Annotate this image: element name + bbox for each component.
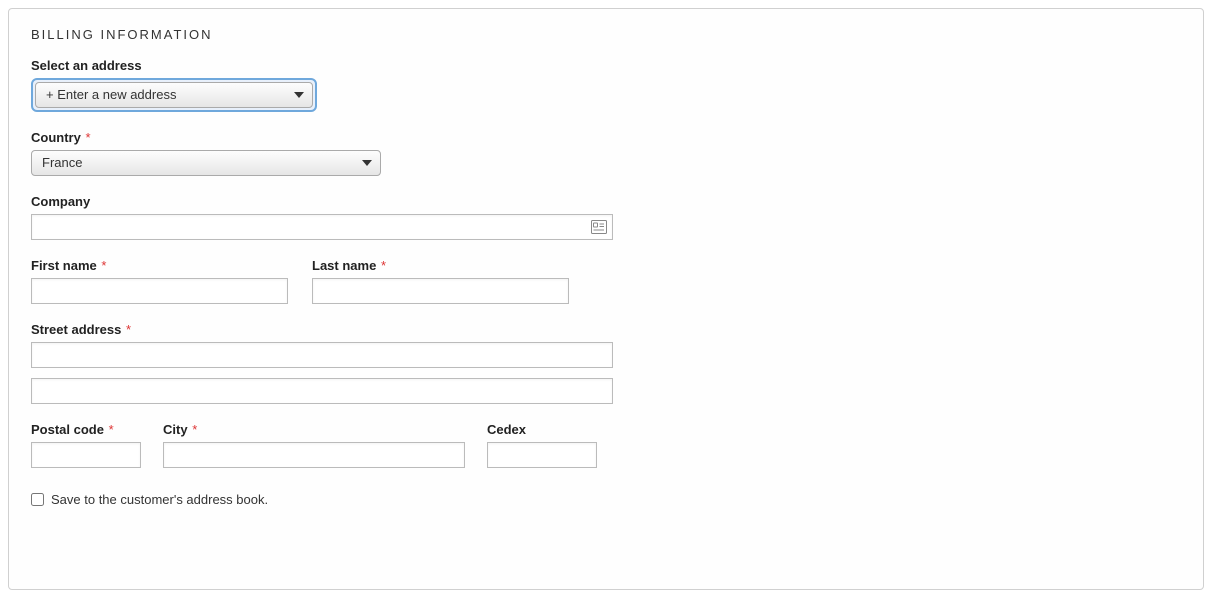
required-mark: * xyxy=(126,322,131,337)
chevron-down-icon xyxy=(362,160,372,166)
street-line2-input[interactable] xyxy=(31,378,613,404)
city-label: City * xyxy=(163,422,465,437)
country-field: Country * France xyxy=(31,130,1181,176)
save-address-label[interactable]: Save to the customer's address book. xyxy=(51,492,268,507)
city-label-text: City xyxy=(163,422,188,437)
last-name-label: Last name * xyxy=(312,258,569,273)
city-field: City * xyxy=(163,422,465,468)
last-name-input[interactable] xyxy=(312,278,569,304)
first-name-label-text: First name xyxy=(31,258,97,273)
required-mark: * xyxy=(85,130,90,145)
chevron-down-icon xyxy=(294,92,304,98)
required-mark: * xyxy=(109,422,114,437)
street-label-text: Street address xyxy=(31,322,121,337)
save-address-row: Save to the customer's address book. xyxy=(31,492,1181,507)
last-name-label-text: Last name xyxy=(312,258,376,273)
section-title: BILLING INFORMATION xyxy=(31,27,1181,42)
first-name-field: First name * xyxy=(31,258,288,304)
postal-field: Postal code * xyxy=(31,422,141,468)
cedex-label: Cedex xyxy=(487,422,597,437)
cedex-field: Cedex xyxy=(487,422,597,468)
required-mark: * xyxy=(192,422,197,437)
company-label: Company xyxy=(31,194,1181,209)
city-input[interactable] xyxy=(163,442,465,468)
locality-row: Postal code * City * Cedex xyxy=(31,422,1181,468)
country-label-text: Country xyxy=(31,130,81,145)
postal-input[interactable] xyxy=(31,442,141,468)
street-line1-input[interactable] xyxy=(31,342,613,368)
postal-label-text: Postal code xyxy=(31,422,104,437)
address-select-value: + Enter a new address xyxy=(46,83,176,107)
country-select-value: France xyxy=(42,151,82,175)
country-label: Country * xyxy=(31,130,1181,145)
postal-label: Postal code * xyxy=(31,422,141,437)
required-mark: * xyxy=(381,258,386,273)
address-select-field: Select an address + Enter a new address xyxy=(31,58,1181,112)
save-address-checkbox[interactable] xyxy=(31,493,44,506)
first-name-label: First name * xyxy=(31,258,288,273)
first-name-input[interactable] xyxy=(31,278,288,304)
required-mark: * xyxy=(101,258,106,273)
last-name-field: Last name * xyxy=(312,258,569,304)
country-select-wrapper: France xyxy=(31,150,1181,176)
country-select[interactable]: France xyxy=(31,150,381,176)
company-input[interactable] xyxy=(31,214,613,240)
street-label: Street address * xyxy=(31,322,1181,337)
street-field: Street address * xyxy=(31,322,1181,404)
company-input-wrapper xyxy=(31,214,613,240)
cedex-input[interactable] xyxy=(487,442,597,468)
address-select-focus-ring: + Enter a new address xyxy=(31,78,317,112)
company-field: Company xyxy=(31,194,1181,240)
locality-fields: Postal code * City * Cedex xyxy=(31,422,1181,468)
address-select[interactable]: + Enter a new address xyxy=(35,82,313,108)
address-select-label: Select an address xyxy=(31,58,1181,73)
name-row: First name * Last name * xyxy=(31,258,1181,304)
name-fields: First name * Last name * xyxy=(31,258,1181,304)
billing-panel: BILLING INFORMATION Select an address + … xyxy=(8,8,1204,590)
